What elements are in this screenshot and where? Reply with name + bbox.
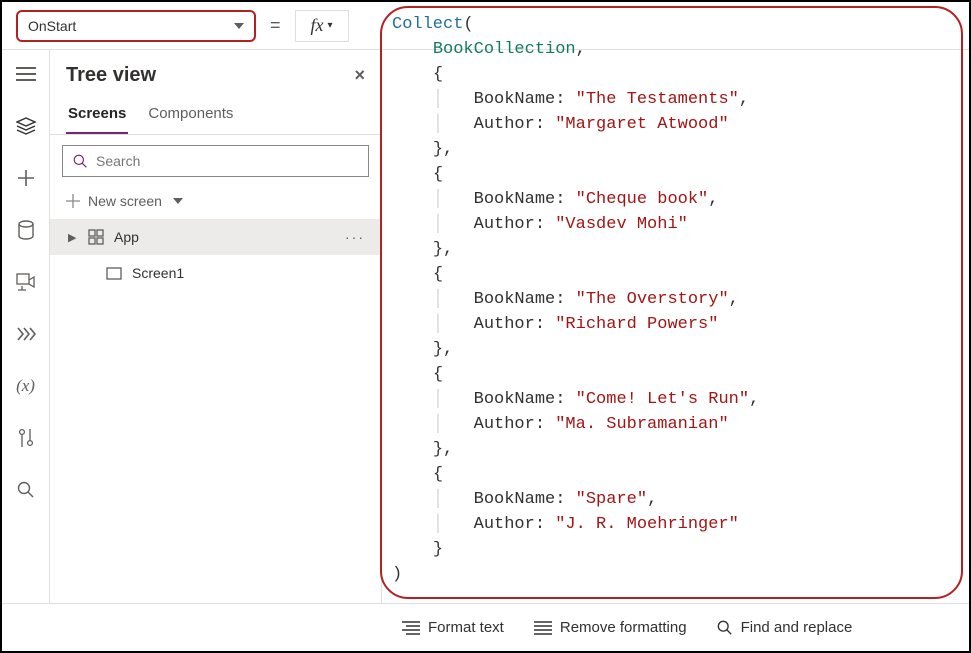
- hamburger-icon[interactable]: [10, 58, 42, 90]
- search-icon: [73, 154, 88, 169]
- chevron-down-icon: [234, 23, 244, 29]
- chevron-down-icon: [173, 198, 183, 204]
- nav-rail: (x): [2, 50, 50, 603]
- tree-tabs: Screens Components: [50, 95, 381, 135]
- formula-editor[interactable]: Collect( BookCollection, { │ BookName: "…: [382, 8, 963, 597]
- database-icon[interactable]: [10, 214, 42, 246]
- tree-panel: Tree view × Screens Components New scree…: [50, 50, 382, 603]
- format-icon: [402, 621, 420, 635]
- tree-item-label: Screen1: [132, 265, 184, 281]
- search-box[interactable]: [62, 145, 369, 177]
- formula-bottom-bar: Format text Remove formatting Find and r…: [2, 603, 969, 651]
- equals-label: =: [264, 15, 287, 36]
- layers-icon[interactable]: [10, 110, 42, 142]
- new-screen-label: New screen: [88, 193, 162, 209]
- media-icon[interactable]: [10, 266, 42, 298]
- variables-icon[interactable]: (x): [10, 370, 42, 402]
- chevron-right-icon: ▶: [68, 231, 80, 244]
- remove-formatting-button[interactable]: Remove formatting: [534, 619, 687, 636]
- more-icon[interactable]: ···: [345, 229, 369, 245]
- search-icon: [717, 620, 733, 636]
- main-area: (x) Tree view × Screens Components New s…: [2, 50, 969, 603]
- fx-icon: fx: [311, 15, 324, 36]
- find-replace-button[interactable]: Find and replace: [717, 619, 853, 636]
- app-icon: [88, 229, 106, 245]
- plus-icon[interactable]: [10, 162, 42, 194]
- close-icon[interactable]: ×: [354, 65, 365, 86]
- format-text-label: Format text: [428, 619, 504, 636]
- remove-format-icon: [534, 621, 552, 635]
- new-screen-button[interactable]: New screen: [50, 187, 381, 215]
- search-icon[interactable]: [10, 474, 42, 506]
- remove-formatting-label: Remove formatting: [560, 619, 687, 636]
- chevron-down-icon: ▾: [328, 20, 333, 31]
- flows-icon[interactable]: [10, 318, 42, 350]
- fx-button[interactable]: fx ▾: [295, 10, 349, 42]
- tab-screens[interactable]: Screens: [66, 99, 128, 134]
- tree-item-label: App: [114, 229, 139, 245]
- format-text-button[interactable]: Format text: [402, 619, 504, 636]
- tree-header: Tree view ×: [50, 50, 381, 95]
- tree-item-app[interactable]: ▶ App ···: [50, 219, 381, 255]
- tree-item-screen1[interactable]: Screen1: [50, 255, 381, 291]
- screen-icon: [106, 267, 124, 280]
- tools-icon[interactable]: [10, 422, 42, 454]
- search-input[interactable]: [96, 153, 358, 169]
- tab-components[interactable]: Components: [146, 99, 235, 134]
- formula-panel: Collect( BookCollection, { │ BookName: "…: [382, 50, 969, 603]
- find-replace-label: Find and replace: [741, 619, 853, 636]
- property-selector[interactable]: OnStart: [16, 10, 256, 42]
- tree-title: Tree view: [66, 64, 156, 87]
- plus-icon: [66, 194, 80, 208]
- property-selector-value: OnStart: [28, 18, 76, 34]
- search-wrap: [50, 135, 381, 187]
- tree-items: ▶ App ··· Screen1: [50, 215, 381, 291]
